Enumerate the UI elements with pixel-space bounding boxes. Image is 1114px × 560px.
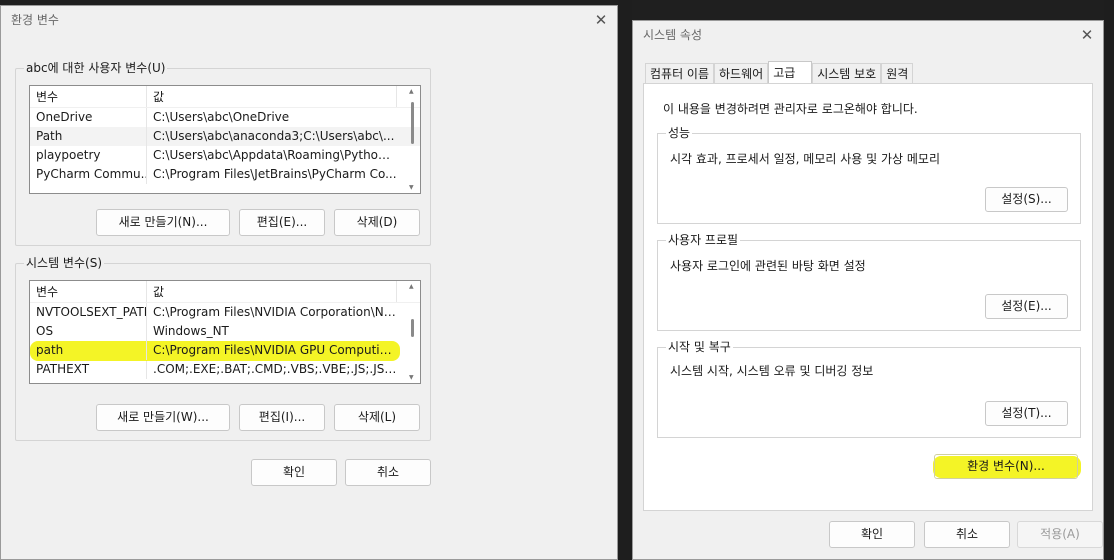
variable-value: C:\Program Files\NVIDIA GPU Computing... xyxy=(153,343,397,357)
scroll-down-icon[interactable]: ▼ xyxy=(409,184,414,191)
performance-group: 성능 시각 효과, 프로세서 일정, 메모리 사용 및 가상 메모리 설정(S)… xyxy=(657,126,1081,224)
system-variables-label: 시스템 변수(S) xyxy=(24,256,104,270)
system-edit-button[interactable]: 편집(I)... xyxy=(239,404,325,431)
list-header: 변수 값 xyxy=(30,86,420,108)
variable-name: OneDrive xyxy=(30,108,147,127)
scroll-up-icon[interactable]: ▲ xyxy=(409,88,414,95)
apply-button[interactable]: 적용(A) xyxy=(1017,521,1103,548)
variable-value: C:\Users\abc\Appdata\Roaming\Python... xyxy=(153,148,397,162)
performance-label: 성능 xyxy=(666,126,693,140)
user-new-button[interactable]: 새로 만들기(N)... xyxy=(96,209,230,236)
variable-name: OS xyxy=(30,322,147,341)
tab-bar: 컴퓨터 이름 하드웨어 고급 시스템 보호 원격 xyxy=(645,61,914,84)
variable-name: playpoetry xyxy=(30,146,147,165)
column-header-value[interactable]: 값 xyxy=(147,86,397,107)
cancel-button[interactable]: 취소 xyxy=(345,459,431,486)
startup-recovery-label: 시작 및 복구 xyxy=(666,340,733,354)
startup-recovery-group: 시작 및 복구 시스템 시작, 시스템 오류 및 디버깅 정보 설정(T)... xyxy=(657,340,1081,438)
dialog-title: 환경 변수 xyxy=(11,13,59,27)
variable-name: Path xyxy=(30,127,147,146)
performance-description: 시각 효과, 프로세서 일정, 메모리 사용 및 가상 메모리 xyxy=(670,152,940,166)
dialog-title-bar: 시스템 속성 ✕ xyxy=(633,21,1103,53)
cancel-button[interactable]: 취소 xyxy=(924,521,1010,548)
column-header-name[interactable]: 변수 xyxy=(30,86,147,107)
close-icon[interactable]: ✕ xyxy=(593,12,609,28)
variable-name: path xyxy=(30,341,147,360)
list-header: 변수 값 xyxy=(30,281,420,303)
column-header-name[interactable]: 변수 xyxy=(30,281,147,302)
tab-system-protection[interactable]: 시스템 보호 xyxy=(812,63,882,84)
scroll-thumb[interactable] xyxy=(411,319,414,337)
variable-value: C:\Users\abc\anaconda3;C:\Users\abc\... xyxy=(153,129,395,143)
system-new-button[interactable]: 새로 만들기(W)... xyxy=(96,404,230,431)
tab-hardware[interactable]: 하드웨어 xyxy=(714,63,769,84)
performance-settings-button[interactable]: 설정(S)... xyxy=(985,187,1068,212)
variable-name: PyCharm Commu... xyxy=(30,165,147,184)
tab-advanced[interactable]: 고급 xyxy=(768,61,813,84)
user-variables-list[interactable]: 변수 값 OneDrive C:\Users\abc\OneDrive Path… xyxy=(29,85,421,194)
column-header-value[interactable]: 값 xyxy=(147,281,397,302)
list-item[interactable]: PATHEXT .COM;.EXE;.BAT;.CMD;.VBS;.VBE;.J… xyxy=(30,360,420,379)
system-variables-group: 시스템 변수(S) 변수 값 NVTOOLSEXT_PATH C:\Progra… xyxy=(15,256,431,441)
variable-value: C:\Users\abc\OneDrive xyxy=(153,110,290,124)
tab-remote[interactable]: 원격 xyxy=(881,63,914,84)
user-profile-label: 사용자 프로필 xyxy=(666,233,741,247)
user-profile-group: 사용자 프로필 사용자 로그인에 관련된 바탕 화면 설정 설정(E)... xyxy=(657,233,1081,331)
ok-button[interactable]: 확인 xyxy=(829,521,915,548)
user-variables-label: abc에 대한 사용자 변수(U) xyxy=(24,61,168,75)
environment-variables-button[interactable]: 환경 변수(N)... xyxy=(934,454,1078,479)
user-profile-description: 사용자 로그인에 관련된 바탕 화면 설정 xyxy=(670,259,866,273)
admin-note: 이 내용을 변경하려면 관리자로 로그온해야 합니다. xyxy=(663,102,918,116)
startup-recovery-settings-button[interactable]: 설정(T)... xyxy=(985,401,1068,426)
list-item[interactable]: NVTOOLSEXT_PATH C:\Program Files\NVIDIA … xyxy=(30,303,420,322)
startup-recovery-description: 시스템 시작, 시스템 오류 및 디버깅 정보 xyxy=(670,364,874,378)
ok-button[interactable]: 확인 xyxy=(251,459,337,486)
background-editor xyxy=(618,0,632,560)
scrollbar[interactable]: ▲ ▼ xyxy=(407,88,419,191)
variable-name: PATHEXT xyxy=(30,360,147,379)
variable-name: NVTOOLSEXT_PATH xyxy=(30,303,147,322)
list-item[interactable]: Path C:\Users\abc\anaconda3;C:\Users\abc… xyxy=(30,127,420,146)
list-item[interactable]: playpoetry C:\Users\abc\Appdata\Roaming\… xyxy=(30,146,420,165)
list-item[interactable]: path C:\Program Files\NVIDIA GPU Computi… xyxy=(30,341,420,360)
background-editor-right xyxy=(1104,0,1114,560)
system-delete-button[interactable]: 삭제(L) xyxy=(334,404,420,431)
system-variables-list[interactable]: 변수 값 NVTOOLSEXT_PATH C:\Program Files\NV… xyxy=(29,280,421,384)
list-item[interactable]: OS Windows_NT xyxy=(30,322,420,341)
user-variables-group: abc에 대한 사용자 변수(U) 변수 값 OneDrive C:\Users… xyxy=(15,61,431,246)
list-item[interactable]: OneDrive C:\Users\abc\OneDrive xyxy=(30,108,420,127)
tab-computer-name[interactable]: 컴퓨터 이름 xyxy=(645,63,715,84)
variable-value: Windows_NT xyxy=(153,324,229,338)
scroll-thumb[interactable] xyxy=(411,102,414,144)
variable-value: C:\Program Files\JetBrains\PyCharm Co... xyxy=(153,167,397,181)
scroll-down-icon[interactable]: ▼ xyxy=(409,374,414,381)
system-properties-dialog: 시스템 속성 ✕ 컴퓨터 이름 하드웨어 고급 시스템 보호 원격 이 내용을 … xyxy=(632,20,1104,560)
list-item[interactable]: PyCharm Commu... C:\Program Files\JetBra… xyxy=(30,165,420,184)
env-variables-dialog: 환경 변수 ✕ abc에 대한 사용자 변수(U) 변수 값 OneDrive … xyxy=(0,5,618,560)
dialog-title-bar: 환경 변수 ✕ xyxy=(1,6,617,38)
variable-value: .COM;.EXE;.BAT;.CMD;.VBS;.VBE;.JS;.JSE;.… xyxy=(153,362,397,376)
user-edit-button[interactable]: 편집(E)... xyxy=(239,209,325,236)
scroll-up-icon[interactable]: ▲ xyxy=(409,283,414,290)
user-profile-settings-button[interactable]: 설정(E)... xyxy=(985,294,1068,319)
user-delete-button[interactable]: 삭제(D) xyxy=(334,209,420,236)
variable-value: C:\Program Files\NVIDIA Corporation\Nv..… xyxy=(153,305,397,319)
advanced-tab-panel: 이 내용을 변경하려면 관리자로 로그온해야 합니다. 성능 시각 효과, 프로… xyxy=(643,83,1093,511)
dialog-title: 시스템 속성 xyxy=(643,28,703,42)
close-icon[interactable]: ✕ xyxy=(1079,27,1095,43)
scrollbar[interactable]: ▲ ▼ xyxy=(407,283,419,381)
